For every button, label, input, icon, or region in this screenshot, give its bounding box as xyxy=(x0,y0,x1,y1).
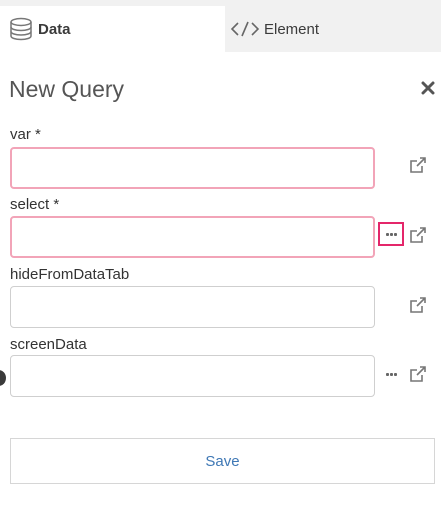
close-icon[interactable] xyxy=(420,78,436,98)
tab-element[interactable]: Element xyxy=(225,6,441,52)
screen-data-input[interactable] xyxy=(10,355,375,397)
tab-element-label: Element xyxy=(264,20,320,38)
more-options-button[interactable] xyxy=(378,362,404,386)
external-link-icon[interactable] xyxy=(407,294,429,316)
screen-data-label: screenData xyxy=(10,336,87,353)
tab-data[interactable]: Data xyxy=(0,6,225,52)
tab-data-label: Data xyxy=(38,20,71,38)
external-link-icon[interactable] xyxy=(407,224,429,246)
hide-from-data-tab-input[interactable] xyxy=(10,286,375,328)
database-icon xyxy=(8,16,34,42)
select-label: select * xyxy=(10,196,60,213)
more-options-button[interactable] xyxy=(378,222,404,246)
external-link-icon[interactable] xyxy=(407,154,429,176)
var-input[interactable] xyxy=(10,147,375,189)
select-input[interactable] xyxy=(10,216,375,258)
var-label: var * xyxy=(10,126,41,143)
tab-bar: Data Element xyxy=(0,0,441,52)
hide-from-data-tab-label: hideFromDataTab xyxy=(10,266,130,283)
panel-title: New Query xyxy=(9,76,125,102)
side-handle-icon[interactable] xyxy=(0,370,6,386)
external-link-icon[interactable] xyxy=(407,363,429,385)
code-icon xyxy=(230,20,260,38)
save-button[interactable]: Save xyxy=(10,438,435,484)
